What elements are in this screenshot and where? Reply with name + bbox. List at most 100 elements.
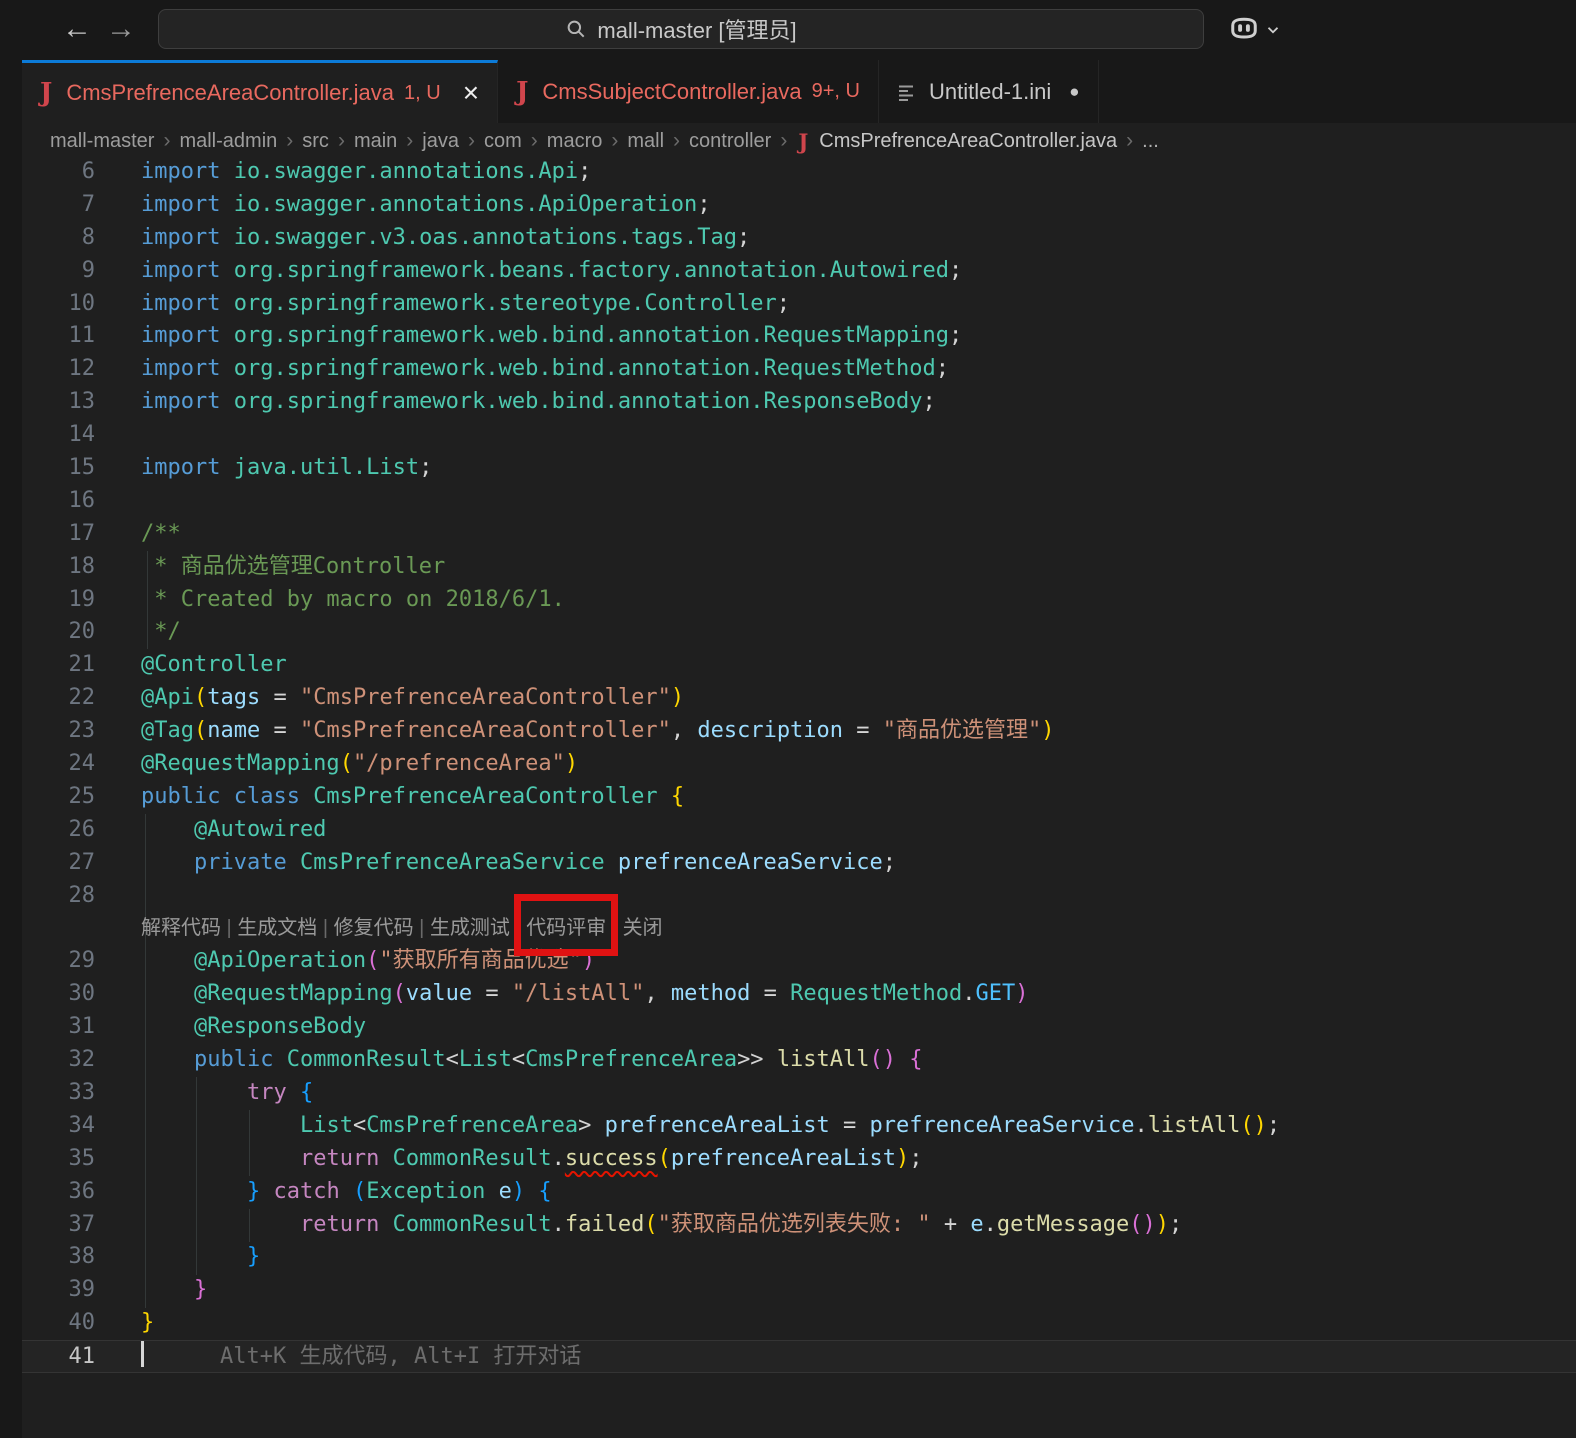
code-line[interactable]: 28: [0, 880, 1576, 913]
code-line[interactable]: 21@Controller: [0, 649, 1576, 682]
tab-bar: J CmsPrefrenceAreaController.java 1, U ×…: [0, 60, 1576, 123]
code-line[interactable]: 18 * 商品优选管理Controller: [0, 551, 1576, 584]
chevron-right-icon: ›: [531, 129, 538, 153]
java-file-icon: J: [516, 77, 528, 107]
breadcrumb-item[interactable]: mall-admin: [179, 130, 277, 153]
code-line[interactable]: 12import org.springframework.web.bind.an…: [0, 353, 1576, 386]
breadcrumb-item[interactable]: main: [354, 130, 397, 153]
code-line[interactable]: 13import org.springframework.web.bind.an…: [0, 386, 1576, 419]
tab-untitled-ini[interactable]: Untitled-1.ini ●: [879, 60, 1099, 123]
unsaved-dot-icon[interactable]: ●: [1069, 82, 1079, 102]
code-line[interactable]: 25public class CmsPrefrenceAreaControlle…: [0, 781, 1576, 814]
codelens-separator: |: [221, 917, 237, 939]
chevron-right-icon: ›: [468, 129, 475, 153]
chevron-right-icon: ›: [780, 129, 787, 153]
close-icon[interactable]: ×: [463, 83, 479, 103]
codelens-separator: |: [510, 917, 526, 939]
command-center-search[interactable]: mall-master [管理员]: [158, 9, 1204, 49]
code-line[interactable]: 14: [0, 419, 1576, 452]
breadcrumb-item[interactable]: controller: [689, 130, 771, 153]
codelens-action[interactable]: 解释代码: [141, 917, 221, 939]
code-line[interactable]: 36 } catch (Exception e) {: [0, 1176, 1576, 1209]
vscode-window: ← → mall-master [管理员] J CmsPrefrenceArea…: [0, 0, 1576, 1438]
codelens-separator: |: [414, 917, 430, 939]
code-line[interactable]: 20 */: [0, 616, 1576, 649]
code-line[interactable]: 11import org.springframework.web.bind.an…: [0, 320, 1576, 353]
chevron-right-icon: ›: [338, 129, 345, 153]
code-line[interactable]: 39 }: [0, 1274, 1576, 1307]
tab-badge: 1, U: [404, 82, 441, 105]
chevron-right-icon: ›: [163, 129, 170, 153]
code-line[interactable]: 23@Tag(name = "CmsPrefrenceAreaControlle…: [0, 715, 1576, 748]
codelens-action[interactable]: 生成文档: [237, 917, 317, 939]
tab-label: CmsPrefrenceAreaController.java: [66, 80, 394, 106]
editor-rows: 6import io.swagger.annotations.Api;7impo…: [0, 156, 1576, 1373]
code-line[interactable]: 26 @Autowired: [0, 814, 1576, 847]
ini-file-icon: [897, 82, 917, 102]
chevron-right-icon: ›: [406, 129, 413, 153]
code-line[interactable]: 41Alt+K 生成代码, Alt+I 打开对话: [0, 1340, 1576, 1373]
codelens-action[interactable]: 修复代码: [334, 917, 414, 939]
forward-arrow-button[interactable]: →: [106, 0, 136, 60]
tabbar-left-spacer: [0, 60, 22, 123]
code-line[interactable]: 22@Api(tags = "CmsPrefrenceAreaControlle…: [0, 682, 1576, 715]
back-arrow-button[interactable]: ←: [62, 0, 92, 60]
chevron-right-icon: ›: [611, 129, 618, 153]
code-line[interactable]: 8import io.swagger.v3.oas.annotations.ta…: [0, 222, 1576, 255]
search-text: mall-master [管理员]: [597, 13, 796, 45]
breadcrumb-file[interactable]: CmsPrefrenceAreaController.java: [819, 130, 1117, 153]
code-line[interactable]: 29 @ApiOperation("获取所有商品优选"): [0, 945, 1576, 978]
codelens-action[interactable]: 生成测试: [430, 917, 510, 939]
code-line[interactable]: 30 @RequestMapping(value = "/listAll", m…: [0, 978, 1576, 1011]
code-line[interactable]: 19 * Created by macro on 2018/6/1.: [0, 584, 1576, 617]
breadcrumb-more[interactable]: ...: [1142, 130, 1159, 153]
copilot-icon: [1226, 12, 1262, 48]
code-line[interactable]: 33 try {: [0, 1077, 1576, 1110]
breadcrumb-item[interactable]: src: [302, 130, 329, 153]
tab-label: Untitled-1.ini: [929, 79, 1051, 105]
inline-hint-text: Alt+K 生成代码, Alt+I 打开对话: [220, 1344, 581, 1369]
chevron-down-icon: [1264, 21, 1282, 39]
code-line[interactable]: 37 return CommonResult.failed("获取商品优选列表失…: [0, 1209, 1576, 1242]
tab-badge: 9+, U: [812, 80, 860, 103]
code-line[interactable]: 6import io.swagger.annotations.Api;: [0, 156, 1576, 189]
tab-label: CmsSubjectController.java: [542, 79, 801, 105]
breadcrumb-item[interactable]: mall-master: [50, 130, 154, 153]
code-line[interactable]: 38 }: [0, 1241, 1576, 1274]
search-icon: [565, 18, 587, 40]
code-line[interactable]: 7import io.swagger.annotations.ApiOperat…: [0, 189, 1576, 222]
codelens-action[interactable]: 代码评审: [526, 917, 606, 939]
editor[interactable]: 6import io.swagger.annotations.Api;7impo…: [0, 156, 1576, 1438]
title-bar: ← → mall-master [管理员]: [0, 0, 1576, 60]
codelens-separator: |: [317, 917, 333, 939]
editor-left-margin: [0, 60, 22, 1438]
breadcrumb-item[interactable]: java: [422, 130, 459, 153]
chevron-right-icon: ›: [673, 129, 680, 153]
code-line[interactable]: 10import org.springframework.stereotype.…: [0, 288, 1576, 321]
code-line[interactable]: 17/**: [0, 518, 1576, 551]
java-file-icon: J: [40, 78, 52, 108]
breadcrumb-item[interactable]: mall: [627, 130, 664, 153]
code-line[interactable]: 9import org.springframework.beans.factor…: [0, 255, 1576, 288]
text-cursor: [141, 1341, 144, 1367]
tab-cms-subject-controller[interactable]: J CmsSubjectController.java 9+, U: [498, 60, 879, 123]
code-line[interactable]: 32 public CommonResult<List<CmsPrefrence…: [0, 1044, 1576, 1077]
breadcrumb-item[interactable]: macro: [547, 130, 603, 153]
codelens-separator: |: [606, 917, 622, 939]
chevron-right-icon: ›: [286, 129, 293, 153]
code-line[interactable]: 15import java.util.List;: [0, 452, 1576, 485]
code-line[interactable]: 35 return CommonResult.success(prefrence…: [0, 1143, 1576, 1176]
code-line[interactable]: 27 private CmsPrefrenceAreaService prefr…: [0, 847, 1576, 880]
code-line[interactable]: 31 @ResponseBody: [0, 1011, 1576, 1044]
code-line[interactable]: 40}: [0, 1307, 1576, 1340]
code-line[interactable]: 34 List<CmsPrefrenceArea> prefrenceAreaL…: [0, 1110, 1576, 1143]
copilot-menu-button[interactable]: [1226, 12, 1282, 48]
chevron-right-icon: ›: [1126, 129, 1133, 153]
code-line[interactable]: 16: [0, 485, 1576, 518]
breadcrumb-item[interactable]: com: [484, 130, 522, 153]
breadcrumb: mall-master › mall-admin › src › main › java › com…: [22, 123, 1576, 159]
codelens-action[interactable]: 关闭: [623, 917, 663, 939]
code-line[interactable]: 24@RequestMapping("/prefrenceArea"): [0, 748, 1576, 781]
tab-cms-prefrence-area-controller[interactable]: J CmsPrefrenceAreaController.java 1, U ×: [22, 60, 498, 123]
codelens-row[interactable]: 解释代码 | 生成文档 | 修复代码 | 生成测试 | 代码评审 | 关闭: [0, 912, 1576, 945]
